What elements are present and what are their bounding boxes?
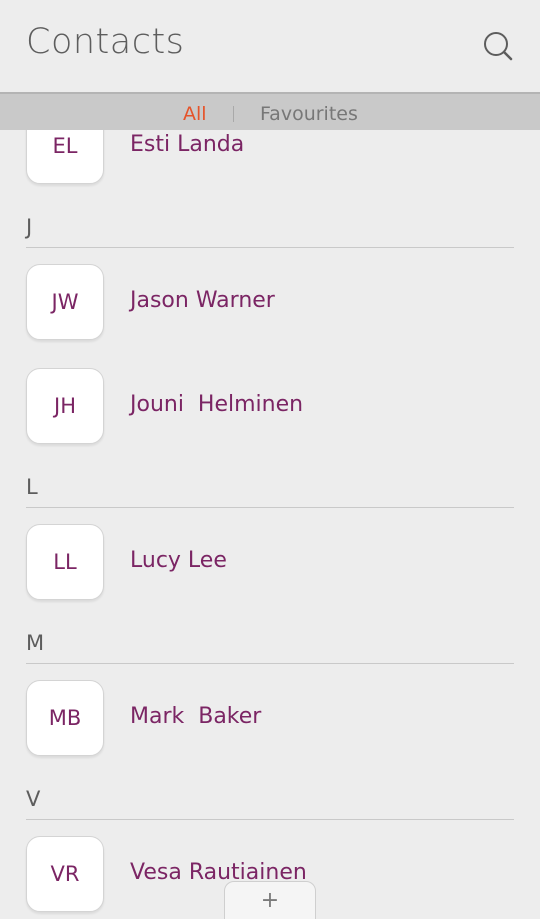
contact-row-lucy-lee[interactable]: LL Lucy Lee xyxy=(0,524,540,628)
avatar: JH xyxy=(26,368,104,444)
section-header-m: M xyxy=(26,629,514,664)
section-letter: J xyxy=(26,215,33,239)
avatar-initials: JH xyxy=(54,394,76,418)
section-letter: L xyxy=(26,475,38,499)
contact-row-mark-baker[interactable]: MB Mark Baker xyxy=(0,680,540,784)
avatar-initials: EL xyxy=(52,134,78,158)
tab-divider xyxy=(233,106,234,122)
contact-name: Lucy Lee xyxy=(130,548,227,573)
contact-name: Jason Warner xyxy=(130,288,275,313)
page-title: Contacts xyxy=(26,22,185,62)
contacts-app: EL Esti Landa J JW Jason Warner JH Jouni… xyxy=(0,0,540,919)
avatar-initials: MB xyxy=(48,706,82,730)
tab-bar: All Favourites xyxy=(0,92,540,130)
contact-row-jouni-helminen[interactable]: JH Jouni Helminen xyxy=(0,368,540,472)
contact-name: Esti Landa xyxy=(130,132,245,157)
contact-name: Mark Baker xyxy=(130,704,262,729)
avatar: MB xyxy=(26,680,104,756)
avatar: JW xyxy=(26,264,104,340)
section-letter: M xyxy=(26,631,45,655)
avatar: LL xyxy=(26,524,104,600)
app-header: Contacts xyxy=(0,0,540,92)
search-icon xyxy=(484,32,513,61)
tab-favourites[interactable]: Favourites xyxy=(260,103,358,125)
section-header-l: L xyxy=(26,473,514,508)
avatar: VR xyxy=(26,836,104,912)
contact-list[interactable]: EL Esti Landa J JW Jason Warner JH Jouni… xyxy=(0,0,540,919)
section-letter: V xyxy=(26,787,41,811)
section-header-j: J xyxy=(26,213,514,248)
add-contact-button[interactable]: + xyxy=(224,881,316,919)
contact-name: Jouni Helminen xyxy=(130,392,304,417)
search-button[interactable] xyxy=(482,30,514,62)
section-header-v: V xyxy=(26,785,514,820)
avatar-initials: LL xyxy=(53,550,77,574)
avatar-initials: JW xyxy=(51,290,79,314)
contact-row-jason-warner[interactable]: JW Jason Warner xyxy=(0,264,540,368)
tab-all[interactable]: All xyxy=(183,103,207,125)
avatar-initials: VR xyxy=(50,862,80,886)
